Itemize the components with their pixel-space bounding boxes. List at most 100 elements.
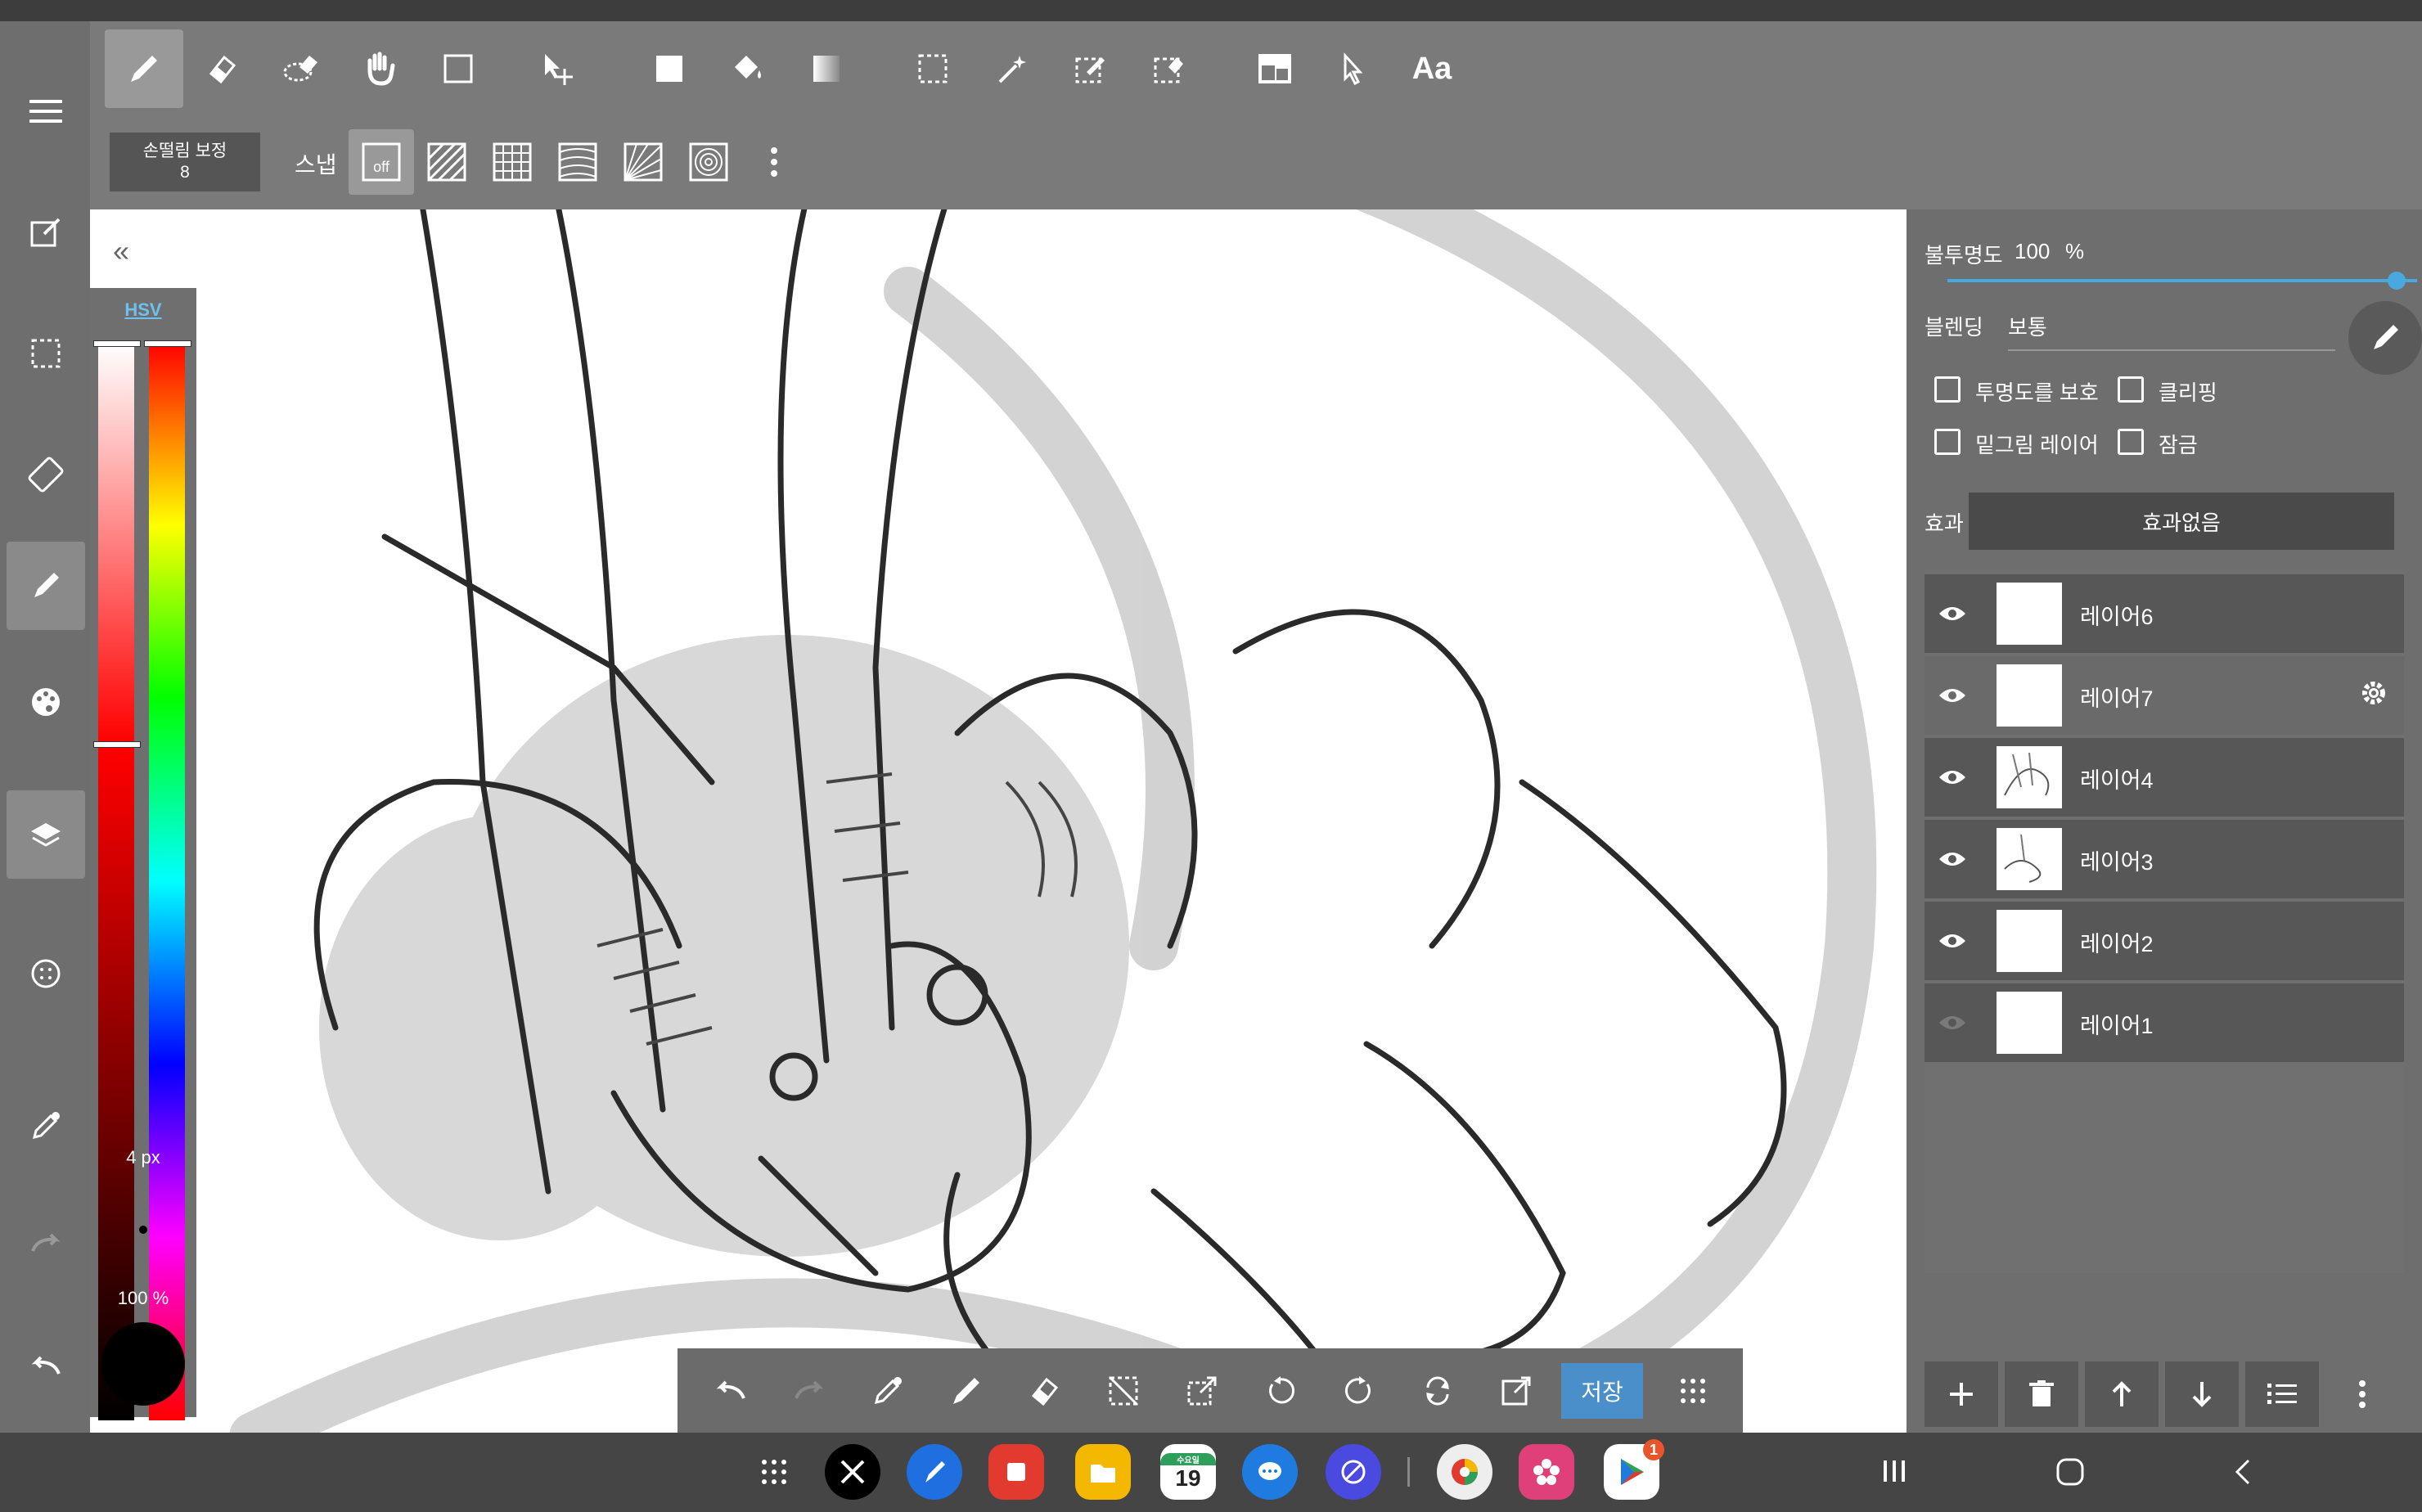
layer-item[interactable]: 레이어6	[1925, 574, 2404, 653]
shape-tool-icon[interactable]	[419, 29, 497, 108]
eye-icon[interactable]	[1936, 925, 1969, 957]
paint-app-icon[interactable]	[1437, 1444, 1492, 1500]
move-tool-icon[interactable]	[519, 29, 597, 108]
draft-layer-checkbox[interactable]	[1934, 429, 1961, 455]
eye-icon[interactable]	[1936, 843, 1969, 875]
frame-divider-icon[interactable]	[1236, 29, 1314, 108]
layer-item[interactable]: 레이어7	[1925, 656, 2404, 735]
layer-item[interactable]: 레이어4	[1925, 738, 2404, 817]
save-button[interactable]: 저장	[1561, 1363, 1643, 1419]
snap-concentric-icon[interactable]	[545, 129, 610, 195]
rotate-left-icon[interactable]	[1244, 1357, 1317, 1425]
pen-tool-icon[interactable]	[105, 29, 183, 108]
transform-icon[interactable]	[1165, 1357, 1239, 1425]
gear-icon[interactable]	[2360, 679, 2388, 711]
material-icon[interactable]	[7, 929, 85, 1018]
blend-mode-select[interactable]: 보통	[2008, 311, 2335, 351]
back-nav-icon[interactable]	[2232, 1457, 2252, 1491]
eye-icon[interactable]	[1936, 761, 1969, 794]
messages-app-icon[interactable]	[1242, 1444, 1298, 1500]
layer-item[interactable]: 레이어2	[1925, 902, 2404, 980]
eyedropper-quick-icon[interactable]	[851, 1357, 925, 1425]
pen-quick-icon[interactable]	[930, 1357, 1003, 1425]
color-mode-tab[interactable]: HSV	[90, 299, 196, 321]
saturation-slider[interactable]	[98, 342, 134, 743]
layers-icon[interactable]	[7, 790, 85, 879]
edit-canvas-icon[interactable]	[7, 188, 85, 277]
select-pen-icon[interactable]	[1051, 29, 1129, 108]
opacity-slider-handle[interactable]	[2388, 272, 2406, 290]
undo-side-icon[interactable]	[7, 1322, 85, 1411]
drawing-canvas[interactable]: «	[90, 209, 1907, 1433]
files-app-icon[interactable]	[1075, 1444, 1131, 1500]
selection-eraser-icon[interactable]	[262, 29, 340, 108]
delete-layer-button[interactable]	[2005, 1361, 2078, 1427]
hue-handle[interactable]	[144, 340, 191, 347]
stabilizer-button[interactable]: 손떨림 보정 8	[110, 133, 260, 191]
edit-fab-icon[interactable]	[2348, 301, 2422, 375]
home-nav-icon[interactable]	[2055, 1457, 2085, 1491]
snap-off-button[interactable]: off	[349, 129, 414, 195]
eye-icon[interactable]	[1936, 597, 1969, 630]
eyedropper-icon[interactable]	[7, 1082, 85, 1170]
gradient-tool-icon[interactable]	[787, 29, 866, 108]
play-store-icon[interactable]: 1	[1604, 1439, 1664, 1500]
snap-circle-icon[interactable]	[676, 129, 741, 195]
effect-button[interactable]: 효과없음	[1969, 493, 2394, 550]
selection-icon[interactable]	[7, 309, 85, 398]
fill-color-icon[interactable]	[630, 29, 709, 108]
redo-side-icon[interactable]	[7, 1199, 85, 1288]
move-layer-down-button[interactable]	[2165, 1361, 2239, 1427]
share-icon[interactable]	[1479, 1357, 1553, 1425]
collapse-panel-icon[interactable]: «	[113, 234, 129, 268]
browser-app-icon[interactable]	[1326, 1444, 1381, 1500]
notes-app-icon[interactable]	[988, 1444, 1044, 1500]
clipping-checkbox[interactable]	[2118, 376, 2144, 403]
hand-tool-icon[interactable]	[340, 29, 419, 108]
eraser-quick-icon[interactable]	[1008, 1357, 1082, 1425]
layer-more-button[interactable]	[2325, 1361, 2399, 1427]
bucket-tool-icon[interactable]	[709, 29, 787, 108]
eye-icon[interactable]	[1936, 679, 1969, 712]
calendar-app-icon[interactable]: 수요일 19	[1160, 1444, 1216, 1500]
add-layer-button[interactable]	[1925, 1361, 1998, 1427]
protect-alpha-checkbox[interactable]	[1934, 376, 1961, 403]
snap-radial-icon[interactable]	[610, 129, 676, 195]
brush-panel-icon[interactable]	[7, 542, 85, 630]
pen-app-icon[interactable]	[907, 1444, 962, 1500]
magic-wand-icon[interactable]	[972, 29, 1051, 108]
value-handle[interactable]	[93, 741, 141, 748]
move-layer-up-button[interactable]	[2085, 1361, 2159, 1427]
lock-checkbox[interactable]	[2118, 429, 2144, 455]
gallery-app-icon[interactable]	[1519, 1444, 1574, 1500]
menu-icon[interactable]	[7, 67, 85, 155]
text-tool-icon[interactable]: Aa	[1393, 29, 1471, 108]
palette-icon[interactable]	[7, 658, 85, 746]
layer-item[interactable]: 레이어1	[1925, 983, 2404, 1062]
hue-slider[interactable]	[149, 342, 185, 1420]
layer-item[interactable]: 레이어3	[1925, 820, 2404, 898]
layer-list-menu-button[interactable]	[2245, 1361, 2319, 1427]
deselect-icon[interactable]	[1087, 1357, 1160, 1425]
select-eraser-icon[interactable]	[1129, 29, 1208, 108]
eye-hidden-icon[interactable]	[1936, 1006, 1969, 1039]
operation-tool-icon[interactable]	[1314, 29, 1393, 108]
rotate-screen-icon[interactable]	[7, 430, 85, 519]
rect-select-icon[interactable]	[894, 29, 972, 108]
eraser-tool-icon[interactable]	[183, 29, 262, 108]
redo-icon[interactable]	[772, 1357, 846, 1425]
value-slider[interactable]	[98, 746, 134, 1420]
flip-icon[interactable]	[1401, 1357, 1474, 1425]
current-color-swatch[interactable]	[101, 1322, 185, 1406]
rotate-right-icon[interactable]	[1322, 1357, 1396, 1425]
more-options-icon[interactable]	[741, 129, 807, 195]
grid-menu-icon[interactable]	[1656, 1357, 1730, 1425]
saturation-handle[interactable]	[93, 340, 141, 347]
x-app-icon[interactable]	[825, 1444, 880, 1500]
snap-parallel-icon[interactable]	[414, 129, 479, 195]
recents-nav-icon[interactable]	[1880, 1457, 1908, 1489]
app-drawer-icon[interactable]	[746, 1444, 802, 1500]
undo-icon[interactable]	[694, 1357, 768, 1425]
snap-grid-icon[interactable]	[479, 129, 545, 195]
opacity-slider[interactable]	[1947, 279, 2417, 282]
